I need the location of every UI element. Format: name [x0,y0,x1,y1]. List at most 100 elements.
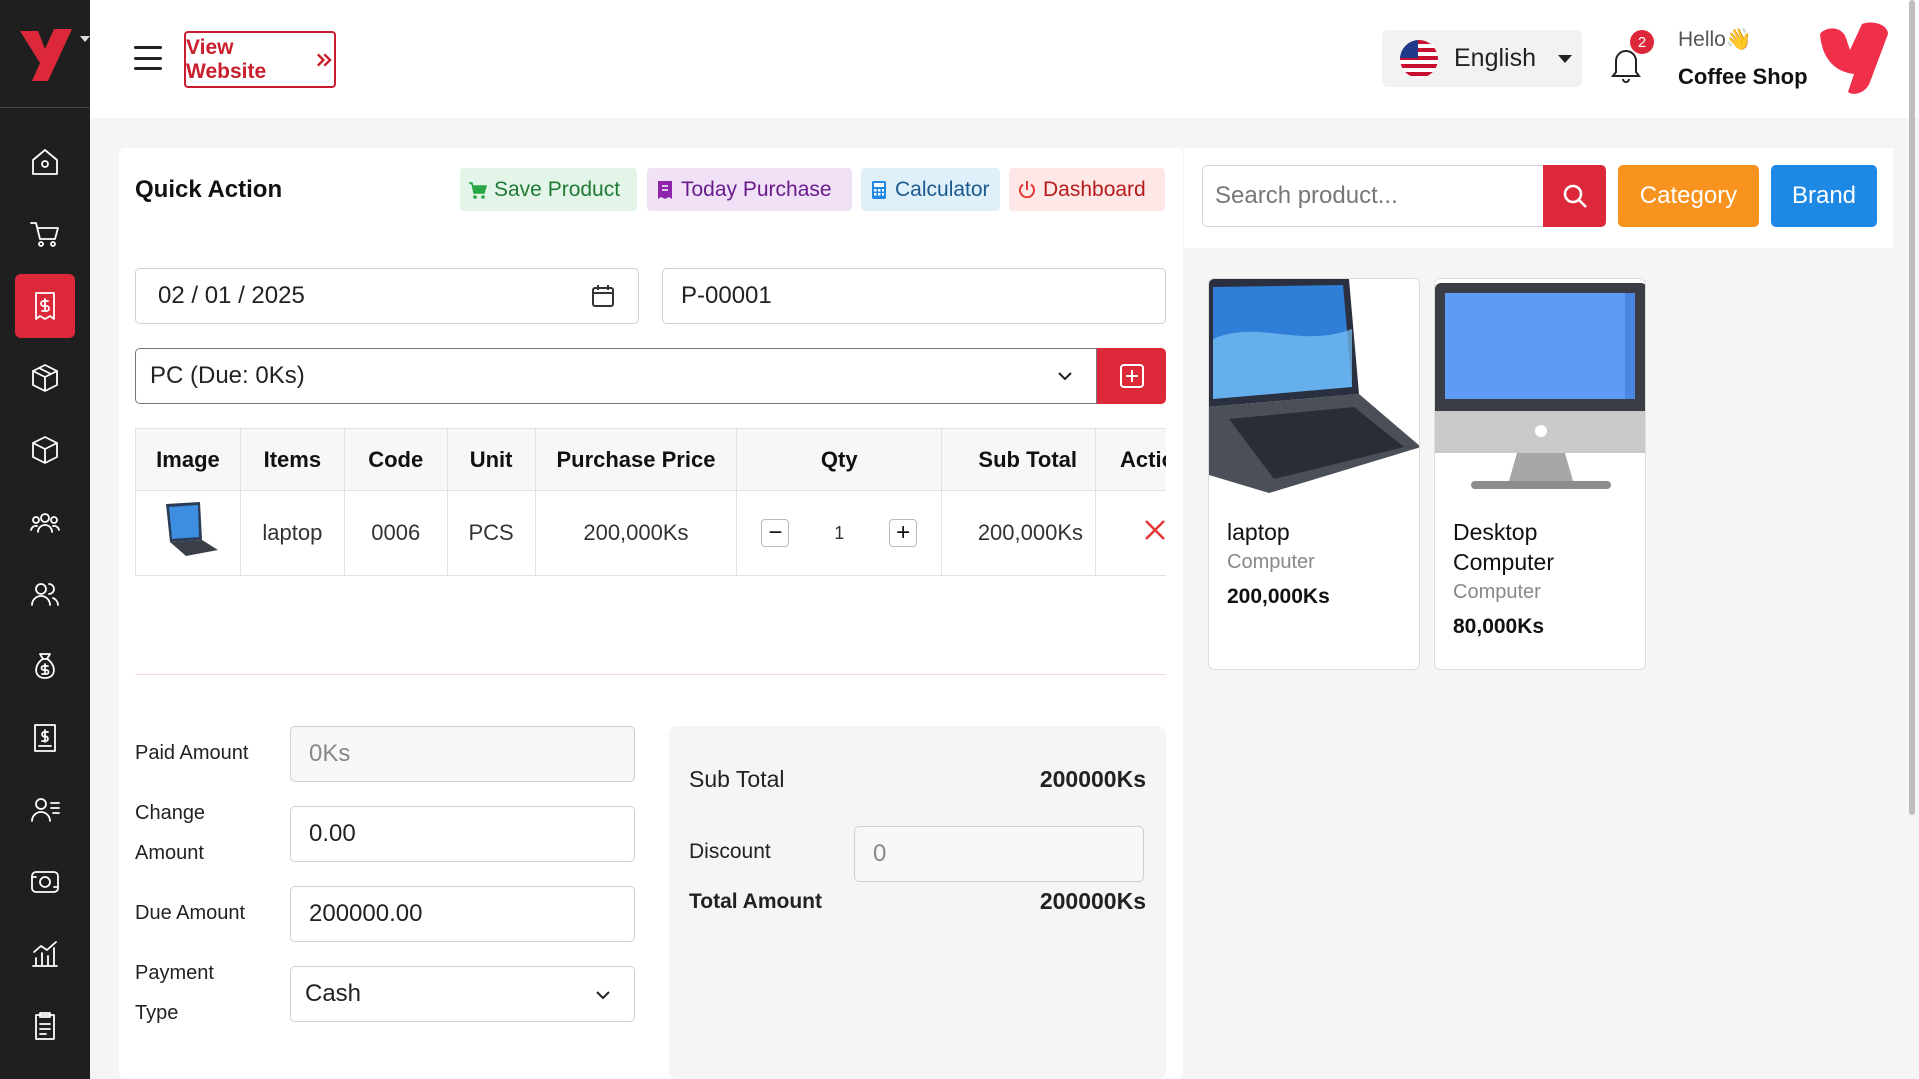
sidebar-item-staff[interactable] [15,778,75,842]
qty-increment-button[interactable]: + [889,519,918,547]
col-header-items: Items [239,428,345,491]
product-search-input[interactable]: Search product... [1202,165,1544,227]
paid-amount-label: Paid Amount [135,742,249,764]
col-header-qty: Qty [736,428,943,491]
chevron-down-icon [1058,372,1072,381]
sidebar-nav [0,108,90,1058]
sidebar-item-purchase[interactable] [15,274,75,338]
sidebar-item-expenses[interactable] [15,634,75,698]
sidebar-item-products[interactable] [15,346,75,410]
save-product-button[interactable]: Save Product [460,168,637,211]
purchase-form-panel: Quick Action Save Product Today Purchase… [119,148,1183,1079]
shop-name: Coffee Shop [1678,64,1808,89]
calendar-icon[interactable] [590,283,616,309]
calculator-button[interactable]: Calculator [861,168,1000,211]
product-name: laptop [1227,519,1290,545]
language-selector[interactable]: English [1382,30,1582,87]
payment-type-select[interactable]: Cash [290,966,635,1022]
sub-total-label: Sub Total [689,766,785,792]
sidebar-item-reports[interactable] [15,922,75,986]
product-name: Desktop Computer [1453,519,1554,575]
users-group-icon [30,513,60,533]
page-scrollbar[interactable] [1909,0,1915,815]
due-amount-value: 200000.00 [309,900,423,927]
product-category: Computer [1453,581,1541,603]
caret-down-icon [1558,54,1572,63]
today-purchase-label: Today Purchase [681,177,832,201]
purchase-receipt-icon [35,292,55,320]
sidebar-item-stock[interactable] [15,418,75,482]
action-cell [1095,490,1166,576]
purchase-date-value: 02 / 01 / 2025 [158,282,305,309]
supplier-select-value: PC (Due: 0Ks) [150,362,305,389]
sidebar-item-payments[interactable] [15,850,75,914]
sidebar-toggle-caret-icon[interactable] [80,36,90,42]
view-website-label: View Website [186,35,267,83]
qty-value[interactable]: 1 [834,523,844,544]
save-product-label: Save Product [494,177,621,201]
supplier-select[interactable]: PC (Due: 0Ks) [135,348,1097,404]
sidebar-item-customers[interactable] [15,490,75,554]
due-amount-input[interactable]: 200000.00 [290,886,635,942]
col-header-sub-total: Sub Total [941,428,1097,491]
paid-amount-input[interactable]: 0Ks [290,726,635,782]
laptop-thumbnail [165,502,218,556]
calculator-label: Calculator [895,177,990,201]
sidebar-item-sales[interactable] [15,202,75,266]
money-bag-icon [35,653,55,679]
top-header: View Website English 2 Hello👋 Coffee Sho… [90,0,1919,118]
col-header-unit: Unit [446,428,536,491]
item-purchase-price: 200,000Ks [534,490,738,576]
item-code: 0006 [343,490,448,576]
payment-type-value: Cash [305,980,362,1007]
reference-number-value: P-00001 [681,282,772,309]
change-amount-input[interactable]: 0.00 [290,806,635,862]
menu-toggle-icon[interactable] [134,46,162,70]
sidebar-item-invoices[interactable] [15,706,75,770]
dashboard-label: Dashboard [1043,177,1146,201]
discount-input[interactable]: 0 [854,826,1144,882]
qty-decrement-button[interactable]: − [761,519,790,547]
us-flag-icon [1400,39,1438,78]
sidebar-item-notes[interactable] [15,994,75,1058]
item-name: laptop [239,490,345,576]
language-label: English [1454,44,1536,72]
notification-count-badge: 2 [1630,30,1654,54]
sidebar-item-home[interactable] [15,130,75,194]
view-website-button[interactable]: View Website [184,31,336,88]
product-card[interactable]: laptop Computer 200,000Ks [1208,278,1420,670]
today-purchase-button[interactable]: Today Purchase [647,168,852,211]
discount-label: Discount [689,840,771,863]
totals-summary: Sub Total 200000Ks Discount 0 Total Amou… [669,726,1166,1079]
change-amount-value: 0.00 [309,820,356,847]
table-row: laptop 0006 PCS 200,000Ks − 1 + 200,000K… [135,490,1166,576]
category-button[interactable]: Category [1618,165,1759,227]
user-avatar[interactable] [1816,20,1896,100]
power-icon [1019,180,1035,198]
double-chevron-right-icon [317,53,332,66]
search-button[interactable] [1543,165,1606,227]
sidebar-item-suppliers[interactable] [15,562,75,626]
clipboard-icon [35,1012,55,1040]
cart-icon [30,222,59,247]
brand-button[interactable]: Brand [1771,165,1877,227]
brand-logo-icon [20,28,72,81]
add-supplier-button[interactable] [1097,348,1166,404]
invoice-icon [34,724,56,752]
money-icon [31,871,59,893]
dashboard-button[interactable]: Dashboard [1009,168,1165,211]
box-icon [32,364,58,392]
desktop-computer-image [1435,279,1645,497]
product-search-placeholder: Search product... [1215,182,1398,209]
product-card[interactable]: Desktop Computer Computer 80,000Ks [1434,278,1646,670]
product-search-bar: Search product... Category Brand [1184,148,1893,248]
calculator-icon [872,180,886,199]
reference-number-input[interactable]: P-00001 [662,268,1166,324]
sub-total-value: 200000Ks [1039,766,1146,792]
chevron-down-icon [596,991,610,1000]
remove-item-icon[interactable] [1142,517,1166,543]
laptop-image [1209,279,1419,497]
sidebar-logo[interactable] [0,0,90,108]
change-amount-label-line1: Change [135,802,206,824]
purchase-date-input[interactable]: 02 / 01 / 2025 [135,268,639,324]
